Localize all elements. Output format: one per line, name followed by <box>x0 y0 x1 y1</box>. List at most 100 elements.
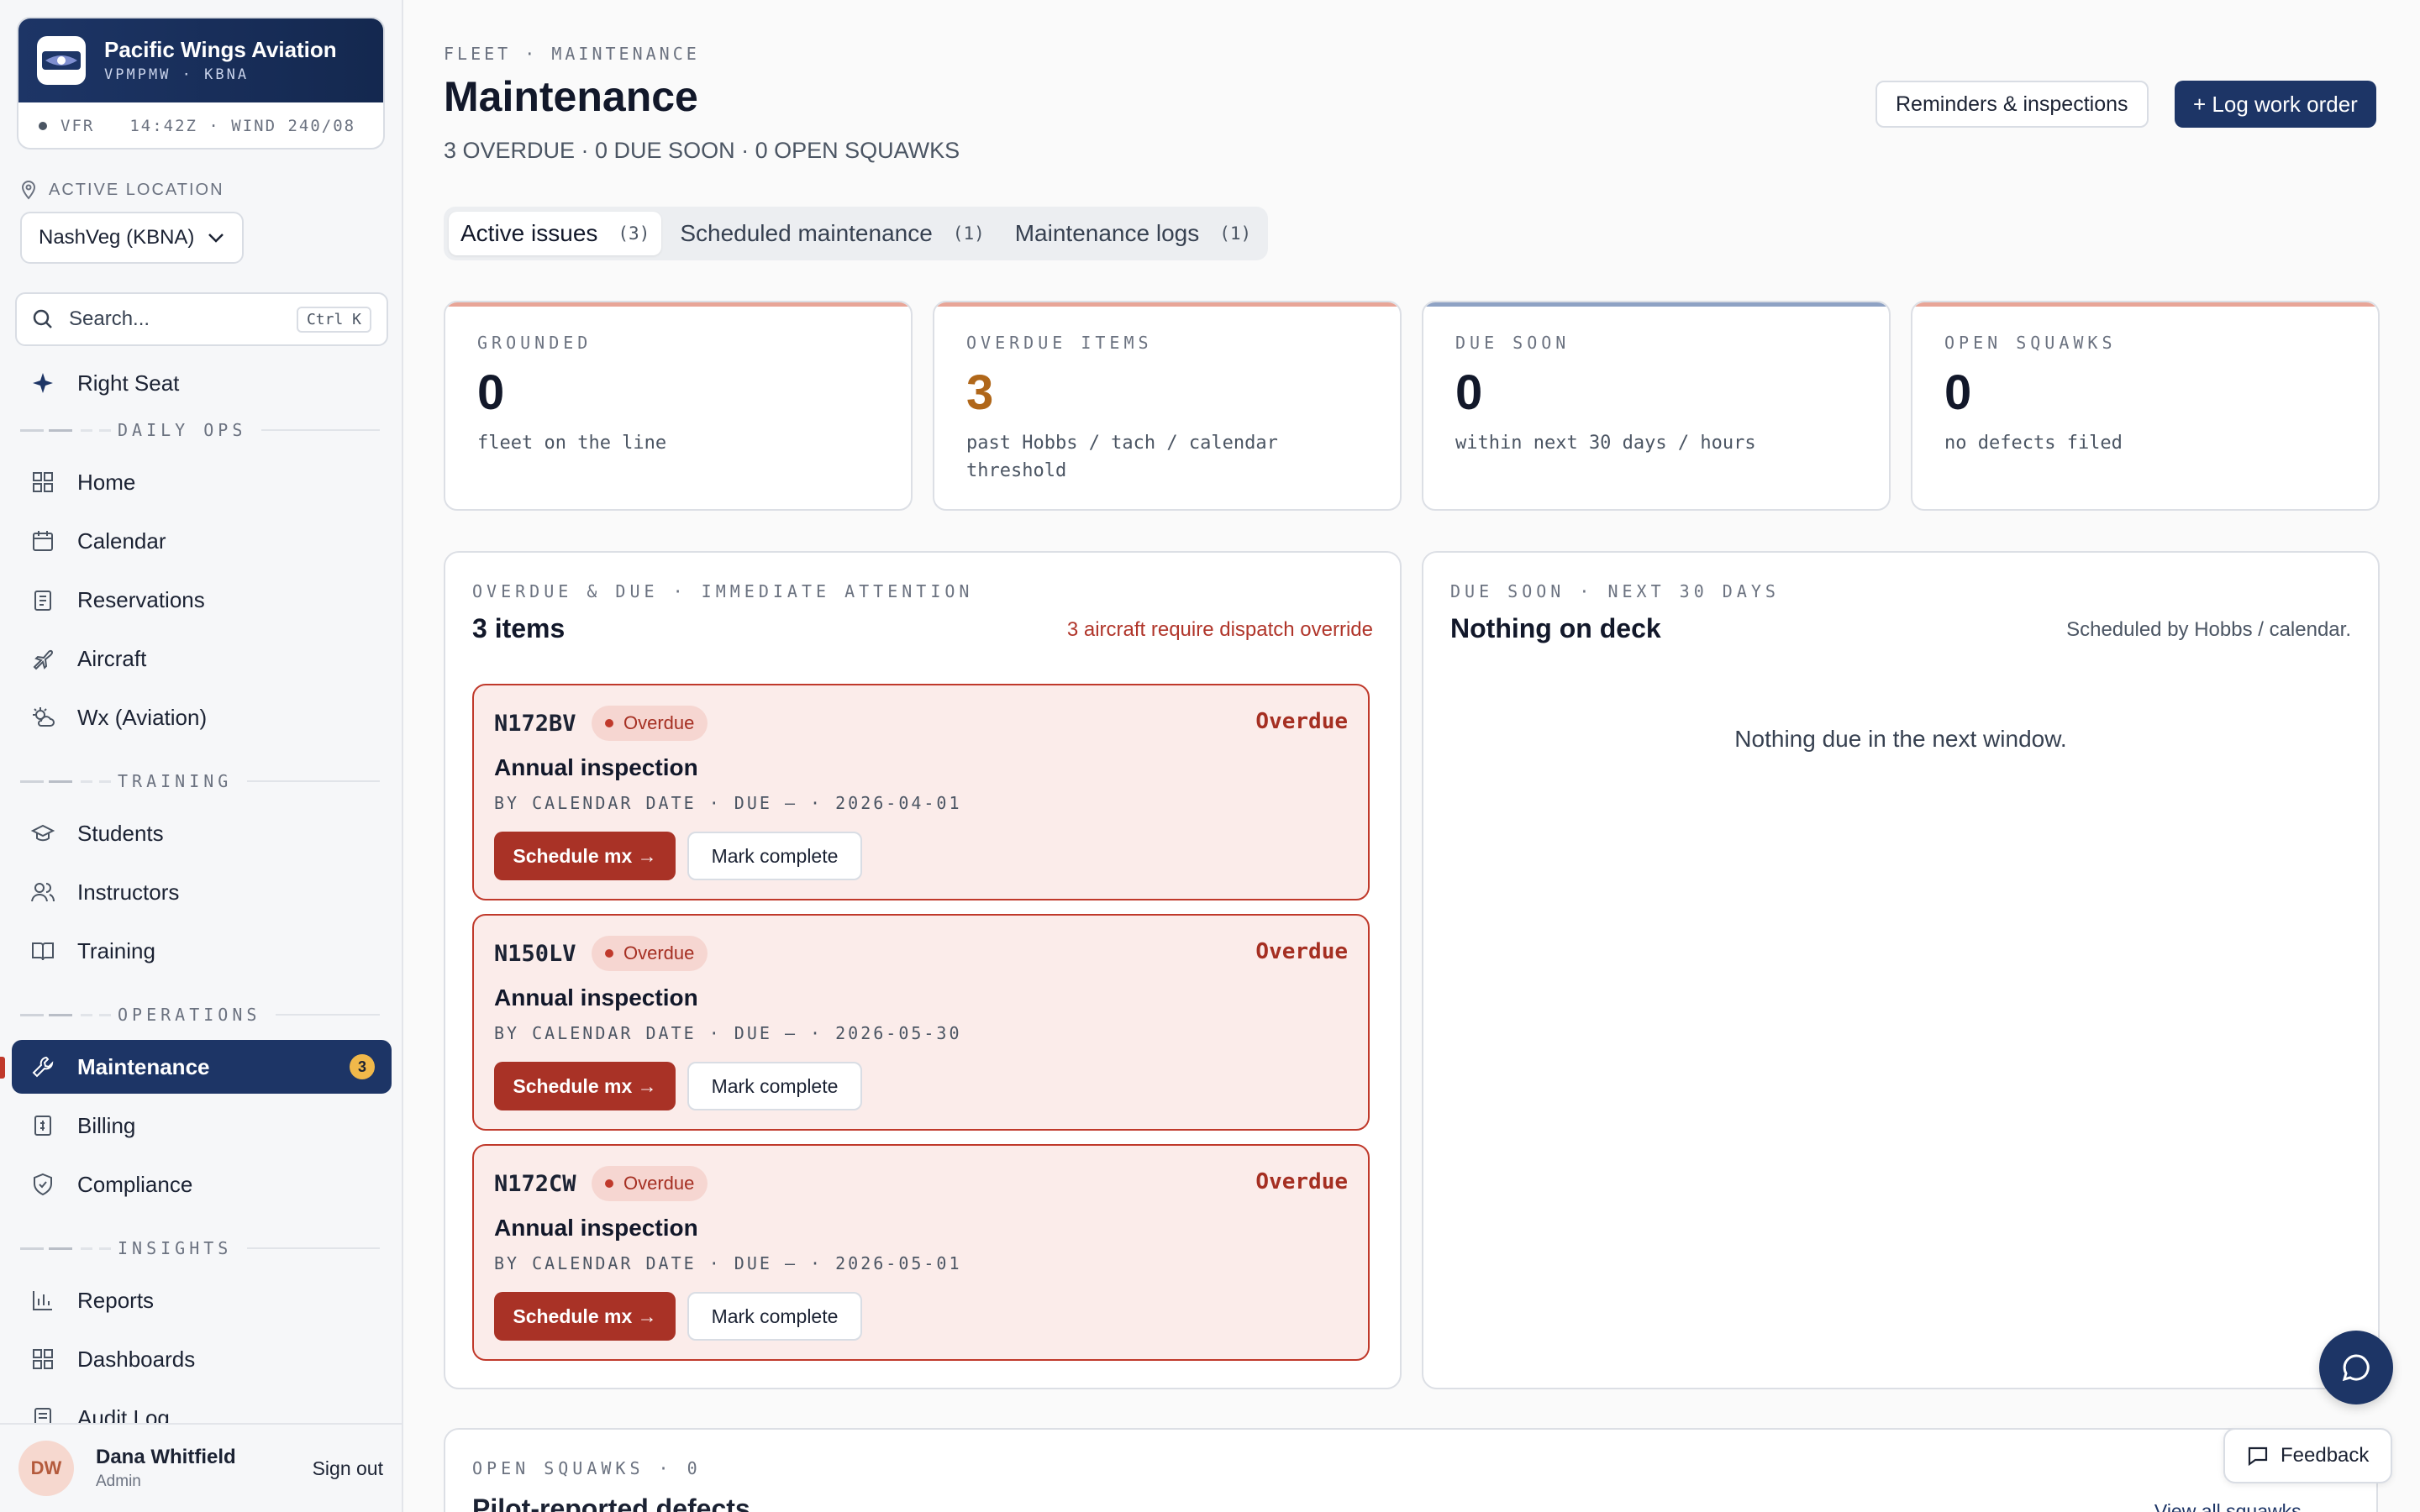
sidebar-item-wx[interactable]: Wx (Aviation) <box>12 690 392 744</box>
sidebar-item-label: Wx (Aviation) <box>77 704 208 730</box>
sidebar-item-label: Students <box>77 820 164 846</box>
section-insights: INSIGHTS <box>20 1238 380 1258</box>
wrench-icon <box>29 1053 57 1081</box>
feedback-button[interactable]: Feedback <box>2223 1428 2393 1483</box>
issue-meta: BY CALENDAR DATE · DUE — · 2026-05-30 <box>494 1023 962 1043</box>
page-title: Maintenance <box>444 73 698 120</box>
grid-icon <box>29 468 57 496</box>
sidebar-item-reports[interactable]: Reports <box>12 1273 392 1327</box>
location-value: NashVeg (KBNA) <box>39 226 195 249</box>
overdue-panel: OVERDUE & DUE · IMMEDIATE ATTENTION 3 it… <box>444 551 1402 1389</box>
breadcrumb: FLEET · MAINTENANCE <box>444 44 700 64</box>
chat-button[interactable] <box>2319 1331 2393 1404</box>
calendar-icon <box>29 527 57 555</box>
sidebar-item-training[interactable]: Training <box>12 924 392 978</box>
tab-maintenance-logs[interactable]: Maintenance logs (1) <box>1003 212 1263 255</box>
schedule-mx-button[interactable]: Schedule mx → <box>494 832 676 880</box>
sidebar-item-label: Maintenance <box>77 1053 210 1079</box>
search-input[interactable]: Search... Ctrl K <box>15 292 388 346</box>
tab-count: (1) <box>952 223 985 244</box>
aircraft-tail[interactable]: N172CW <box>494 1171 576 1197</box>
dot-icon <box>605 949 613 958</box>
aircraft-tail[interactable]: N172BV <box>494 711 576 737</box>
status-badge-label: Overdue <box>623 712 695 733</box>
stat-accent-bar <box>445 302 911 307</box>
issue-status: Overdue <box>1255 939 1348 964</box>
view-all-squawks-link[interactable]: View all squawks → <box>2154 1500 2326 1512</box>
avatar[interactable]: DW <box>18 1441 74 1496</box>
tab-label: Active issues <box>460 220 598 246</box>
log-work-order-button[interactable]: + Log work order <box>2175 81 2376 128</box>
mark-complete-button[interactable]: Mark complete <box>687 1062 862 1110</box>
sidebar-item-calendar[interactable]: Calendar <box>12 514 392 568</box>
sidebar-item-maintenance[interactable]: Maintenance 3 <box>12 1040 392 1094</box>
sidebar-item-label: Compliance <box>77 1171 193 1197</box>
due-soon-panel: DUE SOON · NEXT 30 DAYS Nothing on deck … <box>1422 551 2380 1389</box>
issue-name: Annual inspection <box>494 984 698 1011</box>
status-badge: Overdue <box>592 1166 708 1201</box>
sidebar-item-instructors[interactable]: Instructors <box>12 865 392 919</box>
reminders-button[interactable]: Reminders & inspections <box>1876 81 2149 128</box>
main-content: FLEET · MAINTENANCE Maintenance 3 OVERDU… <box>403 0 2420 1512</box>
dashboard-icon <box>29 1345 57 1373</box>
panel-title: Nothing on deck <box>1450 613 1661 643</box>
schedule-mx-button[interactable]: Schedule mx → <box>494 1292 676 1341</box>
issue-card[interactable]: N150LV Overdue Overdue Annual inspection… <box>472 914 1370 1131</box>
issue-card[interactable]: N172CW Overdue Overdue Annual inspection… <box>472 1144 1370 1361</box>
stat-description: within next 30 days / hours <box>1455 433 1756 454</box>
org-switcher[interactable]: Pacific Wings Aviation VPMPMW · KBNA VFR… <box>17 17 385 150</box>
chevron-down-icon <box>208 234 224 243</box>
message-icon <box>2248 1446 2268 1467</box>
sidebar-item-home[interactable]: Home <box>12 455 392 509</box>
flight-rules: VFR <box>60 117 95 135</box>
location-pin-icon <box>21 180 36 200</box>
tab-scheduled-maintenance[interactable]: Scheduled maintenance (1) <box>668 212 996 255</box>
org-code: VPMPMW · KBNA <box>104 66 250 84</box>
chat-bubble-icon <box>2342 1354 2370 1382</box>
stat-description: fleet on the line <box>477 433 667 454</box>
stat-accent-bar <box>1423 302 1889 307</box>
location-select[interactable]: NashVeg (KBNA) <box>20 212 244 264</box>
sidebar-item-label: Home <box>77 469 136 495</box>
sidebar-item-label: Training <box>77 937 155 963</box>
sidebar-item-students[interactable]: Students <box>12 806 392 860</box>
dot-icon <box>605 1179 613 1188</box>
sidebar-item-reservations[interactable]: Reservations <box>12 573 392 627</box>
sidebar-item-compliance[interactable]: Compliance <box>12 1158 392 1211</box>
section-title: DAILY OPS <box>118 420 247 440</box>
sidebar-item-billing[interactable]: Billing <box>12 1099 392 1152</box>
weather-icon <box>29 703 57 732</box>
schedule-mx-button[interactable]: Schedule mx → <box>494 1062 676 1110</box>
stat-card-grounded: GROUNDED 0 fleet on the line <box>444 301 913 511</box>
sidebar-item-label: Billing <box>77 1112 136 1138</box>
schedule-note: Scheduled by Hobbs / calendar. <box>2066 618 2351 641</box>
sidebar-item-right-seat[interactable]: Right Seat <box>12 356 392 410</box>
section-title: TRAINING <box>118 771 233 791</box>
tab-label: Scheduled maintenance <box>680 220 933 246</box>
stat-card-overdue: OVERDUE ITEMS 3 past Hobbs / tach / cale… <box>933 301 1402 511</box>
stat-label: DUE SOON <box>1455 333 1570 353</box>
panel-title: Pilot-reported defects <box>472 1494 750 1512</box>
stat-accent-bar <box>1912 302 2378 307</box>
mark-complete-button[interactable]: Mark complete <box>687 832 862 880</box>
search-icon <box>33 309 52 328</box>
user-name: Dana Whitfield <box>96 1446 236 1468</box>
tab-active-issues[interactable]: Active issues (3) <box>449 212 662 255</box>
receipt-icon <box>29 1111 57 1140</box>
panel-title: 3 items <box>472 613 566 643</box>
sidebar-item-aircraft[interactable]: Aircraft <box>12 632 392 685</box>
sign-out-button[interactable]: Sign out <box>313 1457 383 1480</box>
tab-count: (3) <box>618 223 650 244</box>
dot-icon <box>605 719 613 727</box>
sidebar-item-label: Aircraft <box>77 645 147 671</box>
stat-card-due-soon: DUE SOON 0 within next 30 days / hours <box>1422 301 1891 511</box>
sidebar-item-label: Reports <box>77 1287 155 1313</box>
issue-status: Overdue <box>1255 709 1348 734</box>
issue-name: Annual inspection <box>494 1215 698 1241</box>
sidebar-item-dashboards[interactable]: Dashboards <box>12 1332 392 1386</box>
issue-card[interactable]: N172BV Overdue Overdue Annual inspection… <box>472 684 1370 900</box>
aircraft-tail[interactable]: N150LV <box>494 941 576 967</box>
mark-complete-button[interactable]: Mark complete <box>687 1292 862 1341</box>
stat-value: 0 <box>1455 365 1483 420</box>
sidebar-item-label: Instructors <box>77 879 180 905</box>
